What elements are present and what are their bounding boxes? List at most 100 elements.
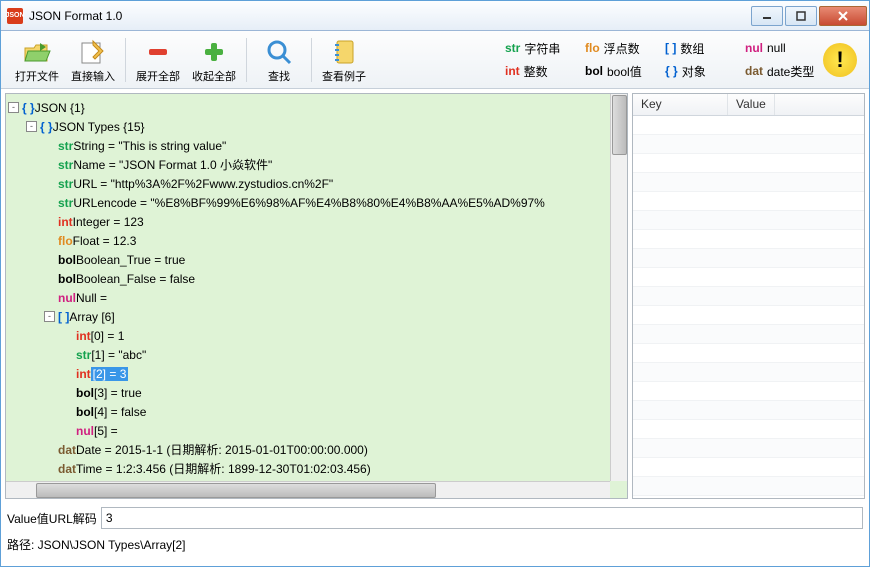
kv-panel: Key Value: [632, 93, 865, 499]
type-tag: bol: [76, 386, 94, 400]
expand-all-button[interactable]: 展开全部: [130, 36, 186, 84]
tree-node[interactable]: dat Date = 2015-1-1 (日期解析: 2015-01-01T00…: [8, 440, 625, 459]
kv-row: [633, 306, 864, 325]
main-area: -{ } JSON {1}-{ } JSON Types {15}str Str…: [1, 89, 869, 503]
tree-node[interactable]: dat Time = 1:2:3.456 (日期解析: 1899-12-30T0…: [8, 459, 625, 478]
find-label: 查找: [268, 68, 290, 84]
close-button[interactable]: [819, 6, 867, 26]
type-tag: nul: [58, 291, 76, 305]
key-column-header[interactable]: Key: [633, 94, 728, 115]
tree-node[interactable]: int [0] = 1: [8, 326, 625, 345]
vertical-scrollbar[interactable]: [610, 94, 627, 481]
kv-row: [633, 173, 864, 192]
tree-node[interactable]: bol Boolean_False = false: [8, 269, 625, 288]
direct-input-button[interactable]: 直接输入: [65, 36, 121, 84]
tree-node[interactable]: int [2] = 3: [8, 364, 625, 383]
kv-row: [633, 116, 864, 135]
kv-row: [633, 420, 864, 439]
kv-row: [633, 344, 864, 363]
type-tag: str: [58, 177, 73, 191]
tree-node[interactable]: int Integer = 123: [8, 212, 625, 231]
tree-node[interactable]: -[ ] Array [6]: [8, 307, 625, 326]
json-tree[interactable]: -{ } JSON {1}-{ } JSON Types {15}str Str…: [6, 94, 627, 498]
node-label: Integer = 123: [73, 215, 144, 229]
type-tag: dat: [58, 443, 76, 457]
bottom-area: Value值URL解码 路径: JSON\JSON Types\Array[2]: [1, 503, 869, 556]
node-label: Float = 12.3: [73, 234, 137, 248]
kv-row: [633, 230, 864, 249]
node-label: [4] = false: [94, 405, 146, 419]
collapse-icon[interactable]: -: [8, 102, 19, 113]
example-button[interactable]: 查看例子: [316, 36, 372, 84]
window-title: JSON Format 1.0: [29, 9, 122, 23]
node-label: URLencode = "%E8%BF%99%E6%98%AF%E4%B8%80…: [73, 196, 545, 210]
legend-str: 字符串: [524, 40, 560, 57]
kv-row: [633, 477, 864, 496]
horizontal-scrollbar[interactable]: [6, 481, 610, 498]
kv-row: [633, 458, 864, 477]
kv-row: [633, 382, 864, 401]
minimize-button[interactable]: [751, 6, 783, 26]
type-tag: dat: [58, 462, 76, 476]
node-label: String = "This is string value": [73, 139, 226, 153]
kv-row: [633, 287, 864, 306]
warning-icon[interactable]: !: [823, 43, 857, 77]
type-tag: str: [58, 139, 73, 153]
toolbar-separator: [246, 38, 247, 82]
kv-row: [633, 325, 864, 344]
tree-node[interactable]: bol [3] = true: [8, 383, 625, 402]
tree-node[interactable]: -{ } JSON {1}: [8, 98, 625, 117]
value-column-header[interactable]: Value: [728, 94, 775, 115]
type-legend: str字符串 flo浮点数 [ ]数组 nulnull int整数 bolboo…: [505, 40, 815, 80]
type-tag: { }: [22, 101, 35, 115]
decode-label: Value值URL解码: [7, 510, 97, 527]
tree-node[interactable]: str URL = "http%3A%2F%2Fwww.zystudios.cn…: [8, 174, 625, 193]
tree-node[interactable]: flo Float = 12.3: [8, 231, 625, 250]
decode-input[interactable]: [101, 507, 863, 529]
open-file-button[interactable]: 打开文件: [9, 36, 65, 84]
tree-node[interactable]: bol Boolean_True = true: [8, 250, 625, 269]
type-tag: bol: [58, 253, 76, 267]
node-label: [5] =: [94, 424, 118, 438]
tree-node[interactable]: str Name = "JSON Format 1.0 小焱软件": [8, 155, 625, 174]
node-label: Array [6]: [69, 310, 114, 324]
node-label: Name = "JSON Format 1.0 小焱软件": [73, 156, 272, 173]
tree-node[interactable]: str [1] = "abc": [8, 345, 625, 364]
maximize-button[interactable]: [785, 6, 817, 26]
kv-row: [633, 192, 864, 211]
find-button[interactable]: 查找: [251, 36, 307, 84]
node-label: [2] = 3: [91, 367, 129, 381]
kv-row: [633, 135, 864, 154]
folder-open-icon: [22, 36, 52, 68]
type-tag: int: [76, 329, 91, 343]
kv-row: [633, 439, 864, 458]
legend-nul: null: [767, 41, 786, 55]
tree-node[interactable]: str URLencode = "%E8%BF%99%E6%98%AF%E4%B…: [8, 193, 625, 212]
type-tag: bol: [58, 272, 76, 286]
expand-all-label: 展开全部: [136, 68, 180, 84]
collapse-all-button[interactable]: 收起全部: [186, 36, 242, 84]
tree-node[interactable]: str String = "This is string value": [8, 136, 625, 155]
kv-row: [633, 401, 864, 420]
type-tag: int: [76, 367, 91, 381]
notebook-icon: [331, 36, 357, 68]
open-file-label: 打开文件: [15, 68, 59, 84]
node-label: URL = "http%3A%2F%2Fwww.zystudios.cn%2F": [73, 177, 333, 191]
status-path: 路径: JSON\JSON Types\Array[2]: [7, 533, 863, 556]
tree-node[interactable]: -{ } JSON Types {15}: [8, 117, 625, 136]
collapse-icon[interactable]: -: [44, 311, 55, 322]
collapse-icon[interactable]: -: [26, 121, 37, 132]
type-tag: [ ]: [58, 310, 69, 324]
edit-icon: [79, 36, 107, 68]
tree-node[interactable]: nul [5] =: [8, 421, 625, 440]
type-tag: int: [58, 215, 73, 229]
tree-node[interactable]: nul Null =: [8, 288, 625, 307]
plus-icon: [201, 36, 227, 68]
node-label: Null =: [76, 291, 107, 305]
direct-input-label: 直接输入: [71, 68, 115, 84]
tree-node[interactable]: bol [4] = false: [8, 402, 625, 421]
kv-row: [633, 249, 864, 268]
type-tag: str: [58, 158, 73, 172]
legend-flo: 浮点数: [604, 40, 640, 57]
legend-int: 整数: [524, 63, 548, 80]
